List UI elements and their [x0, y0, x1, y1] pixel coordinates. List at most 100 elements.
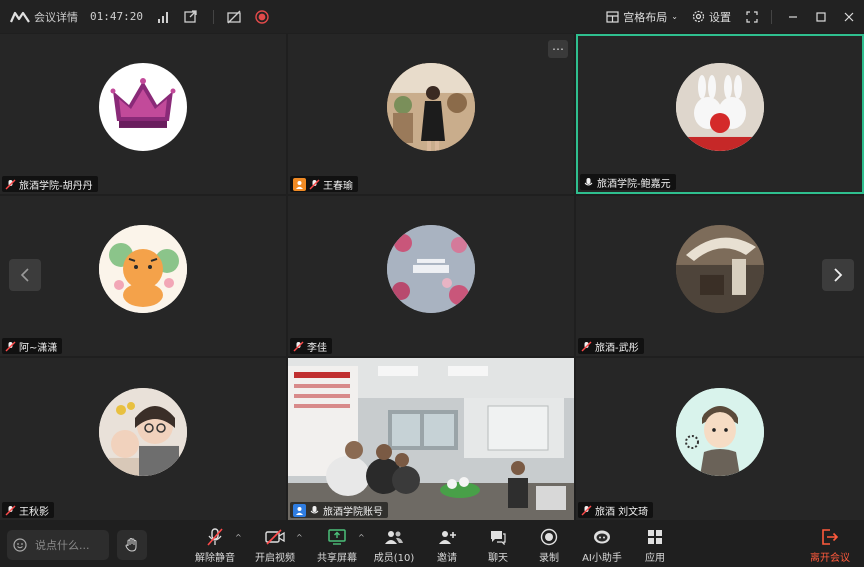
record-label: 录制	[539, 553, 559, 564]
mic-muted-icon	[5, 505, 16, 515]
apps-grid-icon	[647, 527, 663, 547]
previous-page-button[interactable]	[9, 259, 41, 291]
bottom-toolbar: 解除静音 ^ 开启视频 ^ 共享屏幕 ^ 成员(10) 邀请 聊天	[0, 523, 864, 567]
fullscreen-icon[interactable]	[745, 10, 759, 24]
participant-nameplate: 旅酒学院-鲍嘉元	[580, 174, 676, 190]
host-badge	[293, 503, 306, 517]
chat-input[interactable]	[33, 537, 107, 553]
next-page-button[interactable]	[822, 259, 854, 291]
divider	[771, 9, 772, 24]
participant-name: 旅酒学院-鲍嘉元	[597, 178, 671, 190]
participant-name: 旅酒 刘文琦	[595, 506, 649, 518]
emoji-icon	[13, 538, 27, 552]
ai-assistant-label: AI小助手	[582, 553, 622, 564]
participant-nameplate: 旅酒-武彤	[578, 338, 644, 354]
participant-tile[interactable]: 旅酒学院-胡丹丹	[0, 34, 286, 194]
members-button[interactable]: 成员(10)	[369, 527, 419, 565]
participant-nameplate: 旅酒学院账号	[290, 502, 388, 518]
avatar	[676, 387, 764, 476]
participant-tile[interactable]: 李佳	[288, 196, 574, 356]
leave-meeting-button[interactable]: 离开会议	[804, 527, 856, 565]
share-screen-button[interactable]: 共享屏幕	[312, 527, 362, 565]
participant-tile[interactable]: 王秋影	[0, 358, 286, 520]
recording-status-icon[interactable]	[254, 9, 270, 25]
ai-assistant-icon	[592, 527, 612, 547]
mic-muted-icon	[309, 179, 320, 189]
mic-icon	[310, 505, 319, 513]
chat-label: 聊天	[488, 553, 508, 564]
settings-button[interactable]: 设置	[692, 9, 731, 25]
chevron-right-icon	[834, 268, 843, 282]
minimize-icon[interactable]	[786, 10, 800, 24]
participant-tile[interactable]: 旅酒 刘文琦	[576, 358, 864, 520]
participant-video-feed	[288, 358, 574, 520]
more-options-button[interactable]: ⋯	[548, 40, 568, 58]
participant-video-tile[interactable]: 旅酒学院账号	[288, 358, 574, 520]
share-screen-icon	[328, 527, 346, 547]
meeting-timer: 01:47:20	[90, 10, 143, 23]
chevron-down-icon: ⌄	[671, 12, 678, 21]
settings-label: 设置	[709, 10, 731, 24]
participant-nameplate: 王春瑜	[290, 176, 358, 192]
mic-icon	[584, 177, 593, 185]
meeting-details-link[interactable]: 会议详情	[34, 9, 78, 25]
layout-button[interactable]: 宫格布局 ⌄	[606, 9, 678, 25]
participant-nameplate: 旅酒学院-胡丹丹	[2, 176, 98, 192]
grid-layout-icon	[606, 10, 619, 23]
top-bar: 会议详情 01:47:20 宫格布局 ⌄ 设置	[0, 0, 864, 33]
avatar	[99, 62, 187, 151]
chat-button[interactable]: 聊天	[473, 527, 523, 565]
participant-nameplate: 李佳	[290, 338, 332, 354]
participant-nameplate: 王秋影	[2, 502, 54, 518]
unmute-label: 解除静音	[195, 553, 235, 564]
signal-icon[interactable]	[155, 9, 171, 25]
participant-name: 旅酒学院账号	[323, 506, 383, 518]
mic-muted-icon	[293, 341, 304, 351]
divider	[212, 9, 214, 24]
ai-assistant-button[interactable]: AI小助手	[577, 527, 627, 565]
participant-tile-active-speaker[interactable]: 旅酒学院-鲍嘉元	[576, 34, 864, 194]
mic-muted-icon	[207, 527, 223, 547]
avatar	[387, 62, 475, 151]
camera-off-icon	[265, 527, 285, 547]
app-logo-icon	[10, 11, 30, 23]
record-button[interactable]: 录制	[524, 527, 574, 565]
avatar	[676, 224, 764, 313]
add-user-icon	[437, 527, 457, 547]
apps-button[interactable]: 应用	[630, 527, 680, 565]
members-label: 成员(10)	[373, 553, 415, 564]
invite-button[interactable]: 邀请	[422, 527, 472, 565]
start-video-label: 开启视频	[255, 553, 295, 564]
avatar	[99, 387, 187, 476]
popout-icon[interactable]	[183, 9, 199, 25]
avatar	[387, 224, 475, 313]
chat-quick-input[interactable]	[7, 530, 109, 560]
video-grid: 旅酒学院-胡丹丹 ⋯ 王春瑜 旅酒学院-鲍嘉元 阿~潇潇 李佳 旅酒-武彤 王秋…	[0, 34, 864, 520]
user-icon	[296, 180, 303, 189]
close-icon[interactable]	[842, 10, 856, 24]
share-screen-label: 共享屏幕	[317, 553, 357, 564]
participant-nameplate: 旅酒 刘文琦	[578, 502, 654, 518]
layout-label: 宫格布局	[623, 10, 668, 24]
participant-tile[interactable]: ⋯ 王春瑜	[288, 34, 574, 194]
host-badge	[293, 177, 306, 191]
participant-nameplate: 阿~潇潇	[2, 338, 63, 354]
mic-muted-icon	[581, 341, 592, 351]
participant-tile[interactable]: 阿~潇潇	[0, 196, 286, 356]
avatar	[676, 62, 764, 151]
raise-hand-button[interactable]	[117, 530, 147, 560]
invite-label: 邀请	[437, 553, 457, 564]
participant-tile[interactable]: 旅酒-武彤	[576, 196, 864, 356]
hand-icon	[125, 537, 137, 552]
participant-name: 阿~潇潇	[19, 342, 58, 354]
audio-options-chevron-icon[interactable]: ^	[235, 533, 242, 542]
participant-name: 旅酒-武彤	[595, 342, 639, 354]
record-icon	[540, 527, 558, 547]
unmute-button[interactable]: 解除静音	[190, 527, 240, 565]
start-video-button[interactable]: 开启视频	[250, 527, 300, 565]
gear-icon	[692, 10, 705, 23]
maximize-icon[interactable]	[814, 10, 828, 24]
screenshot-disabled-icon[interactable]	[226, 9, 242, 25]
share-options-chevron-icon[interactable]: ^	[358, 533, 365, 542]
video-options-chevron-icon[interactable]: ^	[296, 533, 303, 542]
